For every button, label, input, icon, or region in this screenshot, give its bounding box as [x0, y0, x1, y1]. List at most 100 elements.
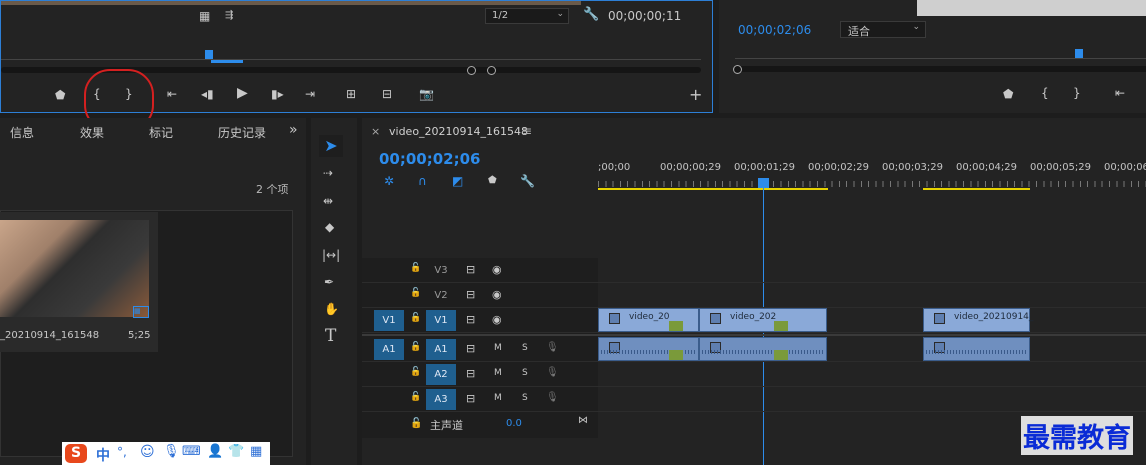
ripple-edit-icon[interactable]: ⇹	[323, 194, 333, 208]
program-mark-out-icon[interactable]: }	[1073, 86, 1081, 100]
clip-thumbnail-card[interactable]: ▦ _20210914_161548 5;25	[0, 212, 158, 352]
sogou-logo-icon[interactable]: S	[65, 444, 87, 463]
program-marker-icon[interactable]: ⬟	[1003, 87, 1013, 101]
v1-clip-2[interactable]: video_202	[699, 308, 827, 332]
go-to-out-icon[interactable]: ⇥	[305, 87, 315, 101]
eye-icon[interactable]: ◉	[492, 263, 502, 276]
sync-lock-icon[interactable]: ⊟	[466, 313, 475, 326]
fit-select[interactable]: 适合 ⌄	[840, 21, 926, 38]
eye-icon[interactable]: ◉	[492, 313, 502, 326]
emoji-icon[interactable]: ☺	[140, 444, 155, 460]
timeline-playhead-head[interactable]	[758, 178, 769, 188]
insert-icon[interactable]: ⊞	[346, 87, 356, 101]
master-lock-icon[interactable]: 🔓	[410, 417, 422, 431]
sync-lock-icon[interactable]: ⊟	[466, 263, 475, 276]
program-go-to-in-icon[interactable]: ⇤	[1115, 86, 1125, 100]
track-name-v3[interactable]: V3	[426, 260, 456, 281]
sync-lock-icon[interactable]: ⊟	[466, 288, 475, 301]
program-playhead[interactable]	[1075, 49, 1083, 58]
tab-effects[interactable]: 效果	[80, 124, 104, 141]
hand-icon[interactable]: ✋	[324, 302, 339, 316]
slip-icon[interactable]: |↔|	[322, 248, 340, 262]
lock-icon[interactable]: 🔓	[410, 263, 421, 273]
track-name-a2[interactable]: A2	[426, 364, 456, 385]
selection-tool-icon[interactable]: ➤	[319, 135, 343, 157]
work-area-bar-1[interactable]	[598, 188, 828, 190]
zoom-handle-left[interactable]	[467, 66, 476, 75]
ime-punct[interactable]: °,	[117, 445, 127, 459]
program-timecode[interactable]: 00;00;02;06	[738, 23, 811, 37]
razor-icon[interactable]: ◆	[325, 220, 334, 234]
sequence-tab[interactable]: video_20210914_161548	[389, 125, 528, 138]
lock-icon[interactable]: 🔓	[410, 392, 421, 402]
track-select-icon[interactable]: ⇢	[323, 166, 333, 180]
program-ruler[interactable]	[735, 50, 1146, 59]
sync-lock-icon[interactable]: ⊟	[466, 392, 475, 405]
overwrite-icon[interactable]: ⊟	[382, 87, 392, 101]
a1-clip-1[interactable]	[598, 337, 699, 361]
magnet-icon[interactable]: ∩	[418, 174, 427, 188]
marker-icon[interactable]: ⬟	[55, 88, 65, 102]
ime-lang[interactable]: 中	[96, 445, 110, 465]
film-icon[interactable]: ▦	[199, 9, 210, 23]
mic-icon[interactable]: 🎙	[546, 367, 559, 378]
a1-clip-2[interactable]	[699, 337, 827, 361]
add-marker-icon[interactable]: ⬟	[488, 174, 497, 188]
v1-clip-3[interactable]: video_20210914_	[923, 308, 1033, 332]
v1-clip-1[interactable]: video_20	[598, 308, 699, 332]
track-name-a3[interactable]: A3	[426, 389, 456, 410]
lock-icon[interactable]: 🔓	[410, 288, 421, 298]
resolution-select[interactable]: 1/2 ⌄	[485, 8, 569, 24]
source-timecode[interactable]: 00;00;00;11	[608, 9, 681, 23]
step-back-icon[interactable]: ◂▮	[201, 87, 214, 101]
source-playhead[interactable]	[205, 50, 213, 59]
add-button[interactable]: +	[689, 85, 702, 104]
mic-icon[interactable]: 🎙	[163, 444, 180, 459]
program-scroll-bar[interactable]	[735, 66, 1146, 72]
more-tabs-button[interactable]: »	[289, 122, 298, 138]
snap-icon[interactable]: ✲	[384, 174, 394, 188]
sync-lock-icon[interactable]: ⊟	[466, 342, 475, 355]
mic-icon[interactable]: 🎙	[546, 342, 559, 353]
waveform-icon[interactable]: ⇶	[225, 9, 233, 23]
track-name-a1[interactable]: A1	[426, 339, 456, 360]
pen-icon[interactable]: ✒	[324, 275, 334, 289]
source-ruler[interactable]	[1, 51, 701, 60]
tab-history[interactable]: 历史记录	[218, 124, 268, 141]
tab-info[interactable]: 信息	[10, 124, 34, 141]
keyboard-icon[interactable]: ⌨	[182, 444, 201, 459]
source-patch-v1[interactable]: V1	[374, 310, 404, 331]
close-icon[interactable]: ×	[371, 125, 380, 138]
track-name-v2[interactable]: V2	[426, 285, 456, 306]
tab-markers[interactable]: 标记	[149, 124, 173, 141]
a1-clip-3[interactable]	[923, 337, 1030, 361]
sequence-menu-icon[interactable]: ≡	[522, 124, 532, 138]
work-area-bar-2[interactable]	[923, 188, 1030, 190]
wrench-icon[interactable]: 🔧	[583, 8, 599, 22]
step-forward-icon[interactable]: ▮▸	[271, 87, 284, 101]
timeline-wrench-icon[interactable]: 🔧	[520, 174, 535, 188]
timeline-timecode[interactable]: 00;00;02;06	[379, 150, 481, 168]
go-to-in-icon[interactable]: ⇤	[167, 87, 177, 101]
user-icon[interactable]: 👤	[207, 444, 223, 459]
mute-button[interactable]: M	[494, 368, 502, 378]
play-icon[interactable]: ▶	[237, 86, 248, 100]
solo-button[interactable]: S	[522, 393, 528, 403]
program-zoom-handle[interactable]	[733, 65, 742, 74]
master-meter-icon[interactable]: ⋈	[578, 414, 588, 428]
zoom-handle-right[interactable]	[487, 66, 496, 75]
program-mark-in-icon[interactable]: {	[1041, 86, 1049, 100]
source-patch-a1[interactable]: A1	[374, 339, 404, 360]
mic-icon[interactable]: 🎙	[546, 392, 559, 403]
mute-button[interactable]: M	[494, 393, 502, 403]
lock-icon[interactable]: 🔓	[410, 367, 421, 377]
lock-icon[interactable]: 🔓	[410, 342, 421, 352]
camera-icon[interactable]: 📷	[419, 87, 434, 101]
master-value[interactable]: 0.0	[506, 418, 522, 429]
lock-icon[interactable]: 🔓	[410, 313, 421, 323]
skin-icon[interactable]: 👕	[228, 444, 244, 459]
solo-button[interactable]: S	[522, 343, 528, 353]
eye-icon[interactable]: ◉	[492, 288, 502, 301]
linked-selection-icon[interactable]: ◩	[452, 174, 463, 188]
mute-button[interactable]: M	[494, 343, 502, 353]
